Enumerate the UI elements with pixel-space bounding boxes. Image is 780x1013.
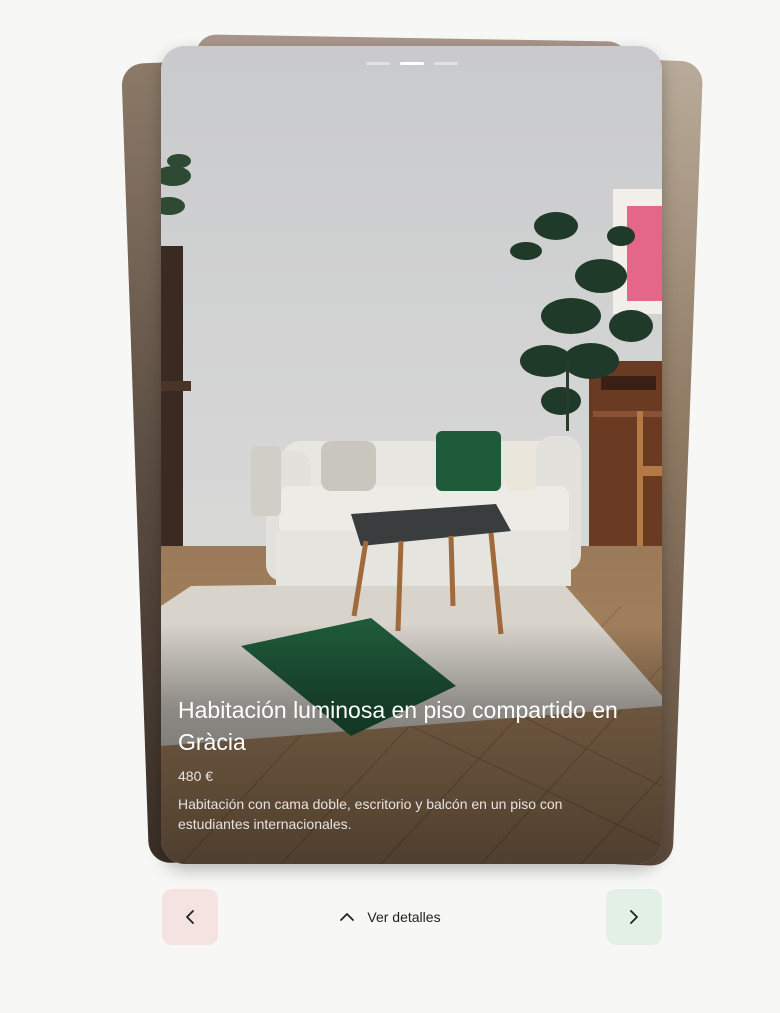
listing-title: Habitación luminosa en piso compartido e… <box>178 697 618 755</box>
swipe-stage: Habitación luminosa en piso compartido e… <box>0 0 780 1013</box>
view-details-label: Ver detalles <box>367 909 441 925</box>
listing-card[interactable]: Habitación luminosa en piso compartido e… <box>161 46 662 864</box>
chevron-right-icon <box>630 910 638 924</box>
photo-dot[interactable] <box>433 62 458 65</box>
listing-info: Habitación luminosa en piso compartido e… <box>178 694 622 834</box>
photo-dot[interactable] <box>365 62 390 65</box>
next-button[interactable] <box>606 889 662 945</box>
listing-description: Habitación con cama doble, escritorio y … <box>178 796 563 832</box>
view-details-button[interactable]: Ver detalles <box>0 903 780 931</box>
photo-pagination <box>161 62 662 65</box>
photo-dot-active[interactable] <box>399 62 424 65</box>
chevron-up-icon <box>340 913 355 921</box>
listing-price: 480 € <box>178 768 214 784</box>
